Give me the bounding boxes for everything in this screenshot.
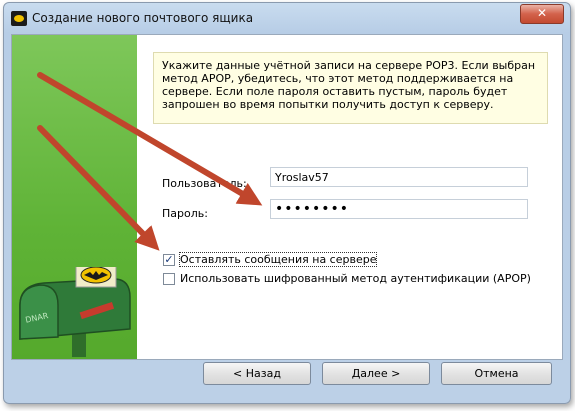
password-label: Пароль: [162, 207, 208, 220]
title-bar[interactable]: Создание нового почтового ящика ✕ [4, 3, 570, 32]
cancel-button[interactable]: Отмена [441, 362, 552, 385]
username-field[interactable] [270, 167, 528, 187]
back-button[interactable]: < Назад [203, 362, 311, 385]
dialog-body: DNAR Укажите данные учётной записи на се… [11, 34, 563, 360]
dialog-window: Создание нового почтового ящика ✕ DNAR У… [3, 2, 571, 404]
username-label: Пользователь: [162, 177, 247, 190]
close-button[interactable]: ✕ [520, 4, 564, 24]
leave-on-server-label[interactable]: Оставлять сообщения на сервере [178, 252, 378, 267]
password-field[interactable]: •••••••• [270, 199, 528, 219]
apop-option[interactable]: Использовать шифрованный метод аутентифи… [163, 272, 531, 285]
apop-checkbox[interactable] [163, 272, 175, 285]
side-panel: DNAR [12, 35, 137, 359]
mailbox-icon: DNAR [19, 267, 131, 357]
bat-app-icon [11, 11, 27, 26]
next-button[interactable]: Далее > [322, 362, 430, 385]
info-message: Укажите данные учётной записи на сервере… [153, 52, 548, 124]
leave-on-server-checkbox[interactable]: ✓ [163, 253, 175, 266]
window-title: Создание нового почтового ящика [32, 11, 254, 25]
apop-label[interactable]: Использовать шифрованный метод аутентифи… [180, 272, 531, 285]
leave-on-server-option[interactable]: ✓ Оставлять сообщения на сервере [163, 252, 378, 267]
